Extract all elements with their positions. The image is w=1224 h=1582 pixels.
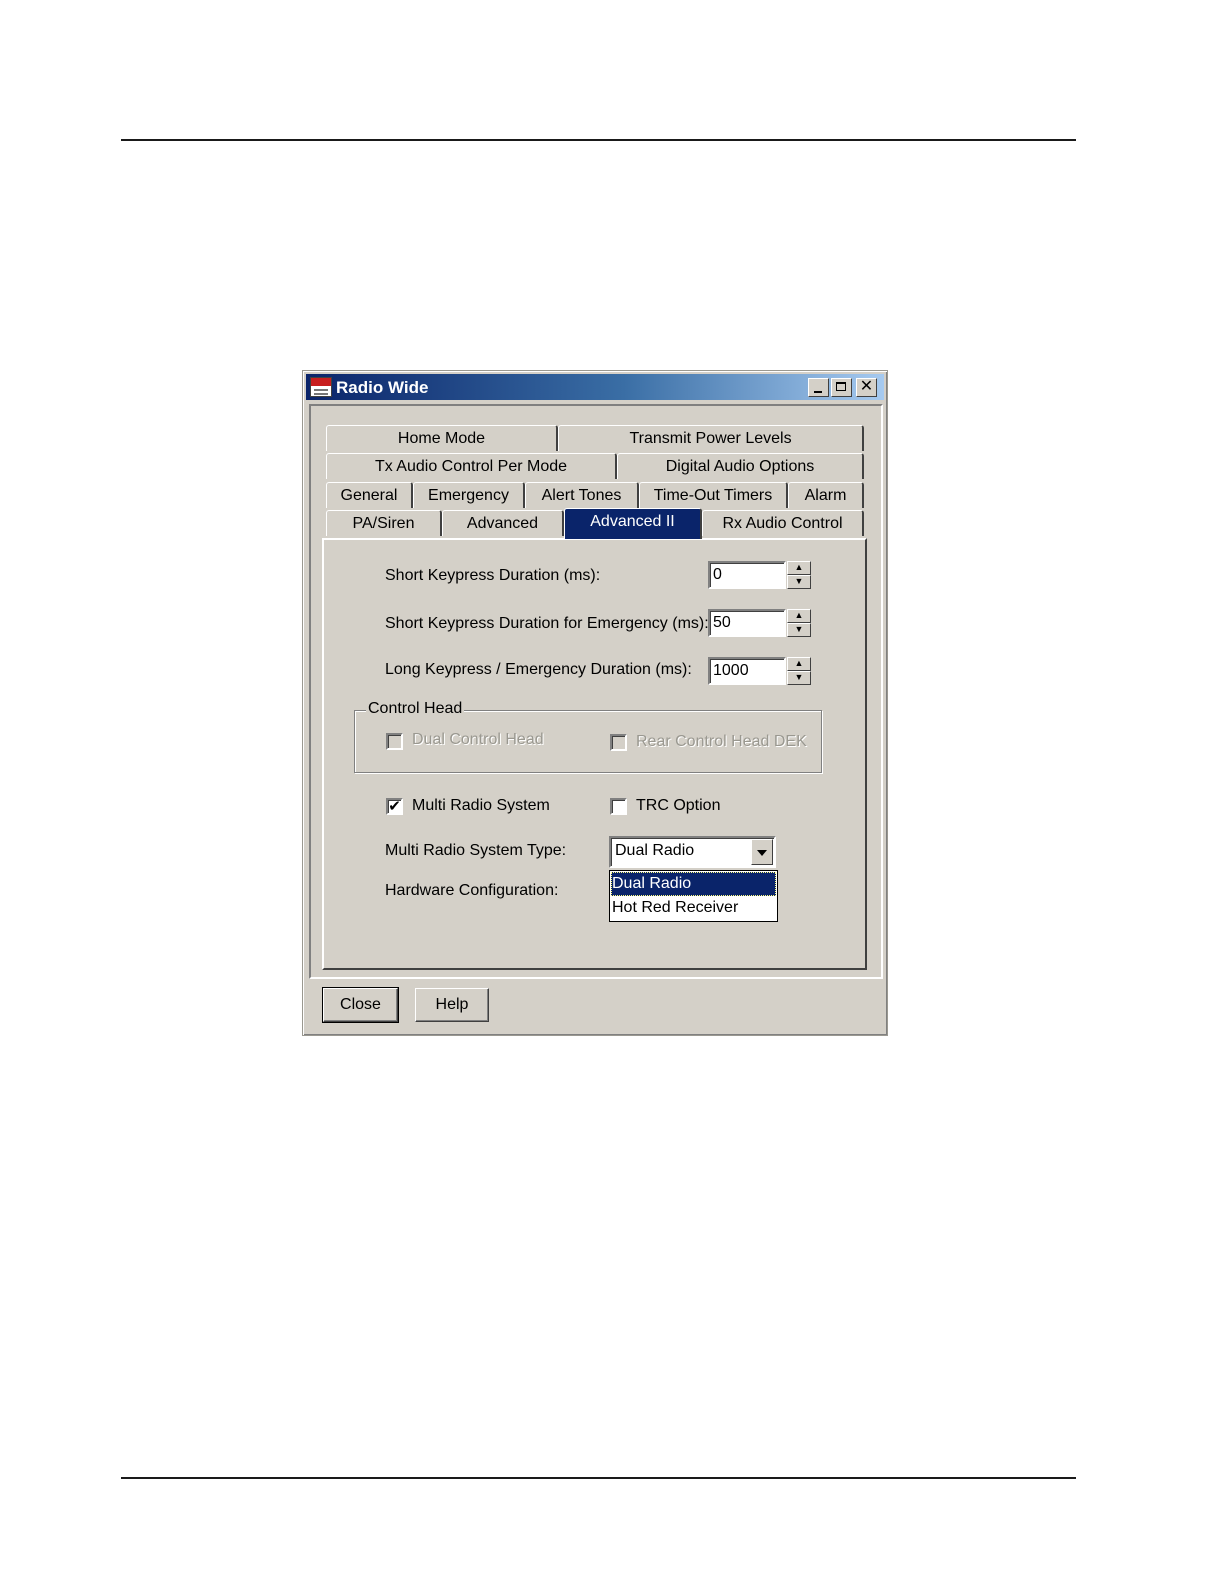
long-keypress-input[interactable]: 1000 bbox=[708, 657, 786, 685]
tab-emergency[interactable]: Emergency bbox=[413, 482, 525, 508]
chevron-down-icon[interactable] bbox=[751, 839, 773, 865]
tab-tx-audio-control-per-mode[interactable]: Tx Audio Control Per Mode bbox=[326, 453, 617, 479]
tab-advanced-ii[interactable]: Advanced II bbox=[564, 508, 702, 539]
short-keypress-emergency-spinner: ▲ ▼ bbox=[787, 609, 811, 637]
short-keypress-emergency-label: Short Keypress Duration for Emergency (m… bbox=[385, 615, 709, 632]
short-keypress-label: Short Keypress Duration (ms): bbox=[385, 567, 601, 584]
tab-transmit-power-levels[interactable]: Transmit Power Levels bbox=[558, 425, 864, 451]
page-bottom-rule bbox=[121, 1477, 1076, 1479]
spin-down-icon[interactable]: ▼ bbox=[787, 575, 811, 589]
multi-radio-system-type-select[interactable]: Dual Radio bbox=[609, 836, 776, 868]
dropdown-option-dual-radio[interactable]: Dual Radio bbox=[611, 872, 776, 896]
app-icon[interactable] bbox=[310, 377, 332, 397]
tab-time-out-timers[interactable]: Time-Out Timers bbox=[639, 482, 788, 508]
tab-advanced[interactable]: Advanced bbox=[442, 510, 564, 536]
multi-radio-system-label: Multi Radio System bbox=[412, 797, 550, 814]
tab-digital-audio-options[interactable]: Digital Audio Options bbox=[617, 453, 864, 479]
page-top-rule bbox=[121, 139, 1076, 141]
rear-control-head-dek-checkbox bbox=[610, 734, 627, 751]
minimize-button[interactable] bbox=[808, 378, 829, 397]
multi-radio-system-type-dropdown: Dual Radio Hot Red Receiver bbox=[609, 870, 778, 922]
control-head-legend: Control Head bbox=[366, 700, 465, 718]
tab-pa-siren[interactable]: PA/Siren bbox=[326, 510, 442, 536]
tab-alarm[interactable]: Alarm bbox=[788, 482, 864, 508]
maximize-button[interactable] bbox=[831, 378, 852, 397]
dual-control-head-label: Dual Control Head bbox=[412, 731, 544, 748]
close-window-button[interactable]: ✕ bbox=[856, 378, 877, 397]
multi-radio-system-type-label: Multi Radio System Type: bbox=[385, 842, 567, 859]
close-button[interactable]: Close bbox=[322, 987, 399, 1023]
combo-selected-value: Dual Radio bbox=[615, 842, 695, 859]
long-keypress-label: Long Keypress / Emergency Duration (ms): bbox=[385, 661, 692, 678]
tab-home-mode[interactable]: Home Mode bbox=[326, 425, 558, 451]
checkmark-icon: ✔ bbox=[388, 798, 401, 815]
long-keypress-spinner: ▲ ▼ bbox=[787, 657, 811, 685]
multi-radio-system-checkbox[interactable]: ✔ bbox=[386, 798, 403, 815]
help-button[interactable]: Help bbox=[415, 988, 489, 1022]
rear-control-head-dek-label: Rear Control Head DEK bbox=[636, 733, 807, 750]
trc-option-checkbox[interactable] bbox=[610, 798, 627, 815]
title-bar[interactable]: Radio Wide ✕ bbox=[306, 374, 884, 400]
short-keypress-emergency-input[interactable]: 50 bbox=[708, 609, 786, 637]
window-title: Radio Wide bbox=[336, 378, 429, 397]
spin-up-icon[interactable]: ▲ bbox=[787, 561, 811, 575]
dropdown-option-hot-red-receiver[interactable]: Hot Red Receiver bbox=[611, 896, 776, 920]
spin-down-icon[interactable]: ▼ bbox=[787, 671, 811, 685]
trc-option-label: TRC Option bbox=[636, 797, 721, 814]
tab-general[interactable]: General bbox=[326, 482, 413, 508]
spin-up-icon[interactable]: ▲ bbox=[787, 657, 811, 671]
spin-down-icon[interactable]: ▼ bbox=[787, 623, 811, 637]
hardware-configuration-label: Hardware Configuration: bbox=[385, 882, 559, 899]
spin-up-icon[interactable]: ▲ bbox=[787, 609, 811, 623]
short-keypress-input[interactable]: 0 bbox=[708, 561, 786, 589]
tab-rx-audio-control[interactable]: Rx Audio Control bbox=[702, 510, 864, 536]
short-keypress-spinner: ▲ ▼ bbox=[787, 561, 811, 589]
dual-control-head-checkbox bbox=[386, 733, 403, 750]
tab-alert-tones[interactable]: Alert Tones bbox=[525, 482, 639, 508]
